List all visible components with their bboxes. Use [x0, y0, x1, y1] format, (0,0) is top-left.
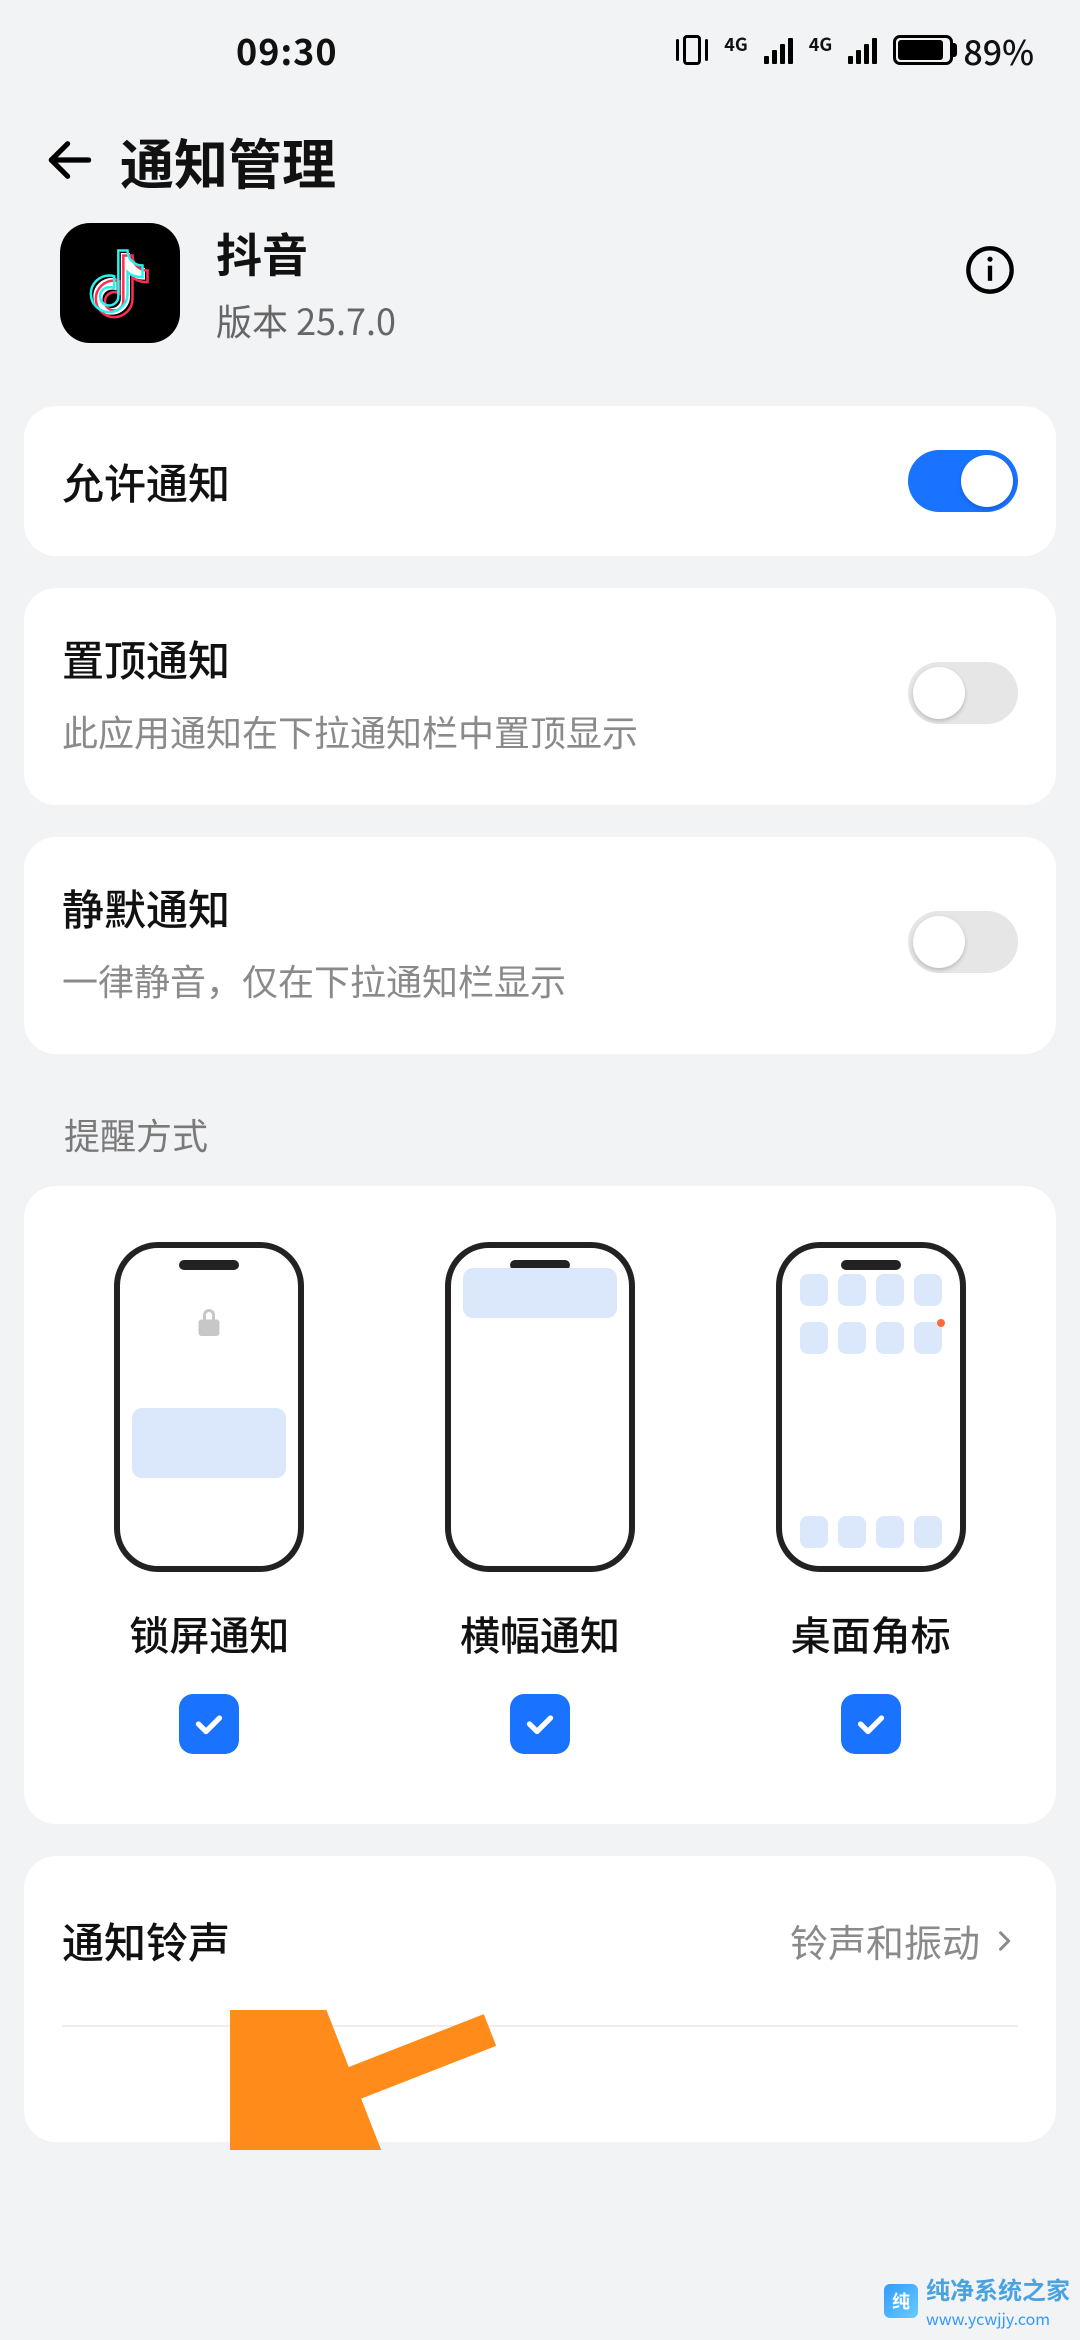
next-row-partial[interactable]: placeholder	[24, 2027, 1056, 2142]
allow-notifications-toggle[interactable]	[908, 450, 1018, 512]
page-title: 通知管理	[120, 121, 336, 200]
watermark-text: 纯净系统之家	[926, 2271, 1070, 2306]
reminder-style-card: 锁屏通知 横幅通知	[24, 1186, 1056, 1824]
status-time: 09:30	[46, 24, 676, 76]
ringtone-row[interactable]: 通知铃声 铃声和振动	[24, 1856, 1056, 2025]
signal-bars-2	[848, 36, 877, 64]
style-option-badge[interactable]: 桌面角标	[776, 1242, 966, 1754]
style-option-banner[interactable]: 横幅通知	[445, 1242, 635, 1754]
silent-notifications-card: 静默通知 一律静音，仅在下拉通知栏显示	[24, 837, 1056, 1054]
lock-icon	[191, 1296, 227, 1354]
app-icon	[60, 223, 180, 343]
battery-percent: 89%	[963, 26, 1034, 75]
badge-preview	[776, 1242, 966, 1572]
battery-fill	[898, 40, 943, 60]
app-summary: 抖音 版本 25.7.0	[0, 220, 1080, 406]
watermark-icon: 纯	[884, 2284, 918, 2318]
ringtone-value: 铃声和振动	[790, 1913, 980, 1968]
style-option-lockscreen-check[interactable]	[179, 1694, 239, 1754]
status-indicators: 4G 4G 89%	[676, 26, 1034, 75]
silent-notifications-row[interactable]: 静默通知 一律静音，仅在下拉通知栏显示	[24, 837, 1056, 1054]
style-option-banner-check[interactable]	[510, 1694, 570, 1754]
lockscreen-preview	[114, 1242, 304, 1572]
allow-notifications-label: 允许通知	[62, 451, 230, 512]
network-type-1: 4G	[724, 37, 748, 51]
allow-notifications-row[interactable]: 允许通知	[24, 406, 1056, 556]
silent-notifications-sub: 一律静音，仅在下拉通知栏显示	[62, 954, 566, 1006]
watermark: 纯 纯净系统之家 www.ycwjjy.com	[884, 2271, 1070, 2330]
status-bar: 09:30 4G 4G 89%	[0, 0, 1080, 100]
more-settings-card: 通知铃声 铃声和振动 placeholder	[24, 1856, 1056, 2142]
allow-notifications-card: 允许通知	[24, 406, 1056, 556]
pin-notifications-sub: 此应用通知在下拉通知栏中置顶显示	[62, 705, 638, 757]
signal-bars-1	[764, 36, 793, 64]
banner-preview	[445, 1242, 635, 1572]
watermark-url: www.ycwjjy.com	[926, 2306, 1070, 2330]
style-option-banner-label: 横幅通知	[460, 1604, 620, 1662]
back-button[interactable]	[20, 110, 120, 210]
app-name: 抖音	[216, 220, 396, 286]
info-button[interactable]	[960, 240, 1020, 300]
pin-notifications-card: 置顶通知 此应用通知在下拉通知栏中置顶显示	[24, 588, 1056, 805]
network-type-2: 4G	[809, 37, 833, 51]
vibrate-icon	[676, 35, 708, 65]
silent-notifications-toggle[interactable]	[908, 911, 1018, 973]
style-option-lockscreen[interactable]: 锁屏通知	[114, 1242, 304, 1754]
pin-notifications-label: 置顶通知	[62, 628, 638, 689]
pin-notifications-toggle[interactable]	[908, 662, 1018, 724]
pin-notifications-row[interactable]: 置顶通知 此应用通知在下拉通知栏中置顶显示	[24, 588, 1056, 805]
reminder-style-label: 提醒方式	[24, 1086, 1056, 1186]
ringtone-label: 通知铃声	[62, 1910, 230, 1971]
battery-indicator: 89%	[893, 26, 1034, 75]
style-option-badge-check[interactable]	[841, 1694, 901, 1754]
page-header: 通知管理	[0, 100, 1080, 220]
app-version: 版本 25.7.0	[216, 294, 396, 346]
style-option-lockscreen-label: 锁屏通知	[129, 1604, 289, 1662]
silent-notifications-label: 静默通知	[62, 877, 566, 938]
style-option-badge-label: 桌面角标	[791, 1604, 951, 1662]
chevron-right-icon	[990, 1927, 1018, 1955]
